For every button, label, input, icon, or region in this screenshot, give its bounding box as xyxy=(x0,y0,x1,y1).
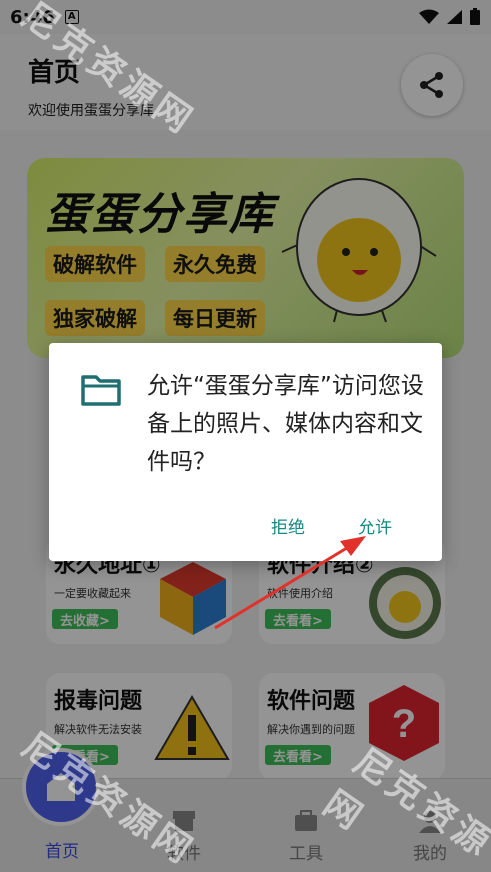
allow-button[interactable]: 允许 xyxy=(358,513,392,538)
folder-icon xyxy=(81,375,121,406)
permission-dialog: 允许“蛋蛋分享库”访问您设备上的照片、媒体内容和文件吗？ 拒绝 允许 xyxy=(49,343,442,561)
deny-button[interactable]: 拒绝 xyxy=(271,513,305,538)
dialog-message: 允许“蛋蛋分享库”访问您设备上的照片、媒体内容和文件吗？ xyxy=(147,373,424,475)
